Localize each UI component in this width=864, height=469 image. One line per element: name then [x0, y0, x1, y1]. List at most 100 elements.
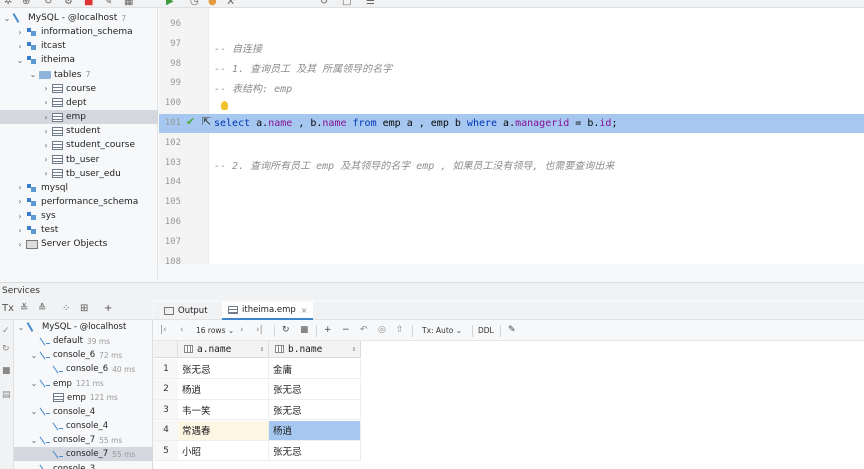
- chevron-down-icon[interactable]: ⌄: [28, 70, 38, 79]
- tab-itheima-emp[interactable]: itheima.emp ×: [222, 302, 314, 320]
- chevron-right-icon[interactable]: ›: [41, 127, 51, 136]
- tree-item[interactable]: › Server Objects: [0, 237, 158, 251]
- layout-icon[interactable]: ▤: [2, 390, 11, 400]
- tree-item[interactable]: › information_schema: [0, 25, 158, 39]
- table-cell[interactable]: 张无忌: [269, 379, 361, 400]
- tree-item[interactable]: › student: [0, 124, 158, 138]
- tree-item[interactable]: › test: [0, 223, 158, 237]
- chevron-down-icon[interactable]: ⌄: [16, 323, 26, 332]
- table-cell[interactable]: 常遇春: [178, 420, 269, 441]
- stop-icon[interactable]: ■: [84, 0, 93, 7]
- sync-icon[interactable]: ↻: [44, 0, 52, 7]
- refresh-icon[interactable]: ↻: [282, 325, 290, 335]
- svc-item[interactable]: emp 121 ms: [14, 391, 153, 405]
- tab-output[interactable]: Output: [158, 302, 214, 320]
- table-cell[interactable]: 金庸: [269, 359, 361, 379]
- chevron-right-icon[interactable]: ›: [41, 155, 51, 164]
- run-icon[interactable]: ▶: [166, 0, 174, 7]
- rows-count-dropdown[interactable]: 16 rows ⌄: [196, 326, 234, 335]
- chevron-right-icon[interactable]: ›: [15, 42, 25, 51]
- tree-item[interactable]: › sys: [0, 209, 158, 223]
- table-cell[interactable]: 张无忌: [269, 400, 361, 420]
- svc-item[interactable]: ⌄ console_3: [14, 462, 153, 469]
- history-icon[interactable]: ◷: [190, 0, 199, 7]
- tree-item[interactable]: › performance_schema: [0, 195, 158, 209]
- tree-item[interactable]: ⌄ tables 7: [0, 68, 158, 82]
- chevron-down-icon[interactable]: ⌄: [29, 464, 39, 469]
- stop-square-icon[interactable]: □: [342, 0, 351, 7]
- chevron-right-icon[interactable]: ›: [15, 212, 25, 221]
- table-icon[interactable]: ▦: [124, 0, 133, 7]
- chevron-down-icon[interactable]: ⌄: [29, 436, 39, 445]
- add-row-icon[interactable]: +: [324, 325, 332, 335]
- intention-bulb-icon[interactable]: [221, 101, 228, 110]
- row-number[interactable]: 4: [154, 420, 178, 441]
- svc-item[interactable]: console_4: [14, 419, 153, 433]
- chevron-right-icon[interactable]: ›: [41, 113, 51, 122]
- column-header-b-name[interactable]: b.name ⇕: [269, 341, 361, 358]
- svc-item[interactable]: ⌄ emp 121 ms: [14, 377, 153, 391]
- sort-icon[interactable]: ⇕: [260, 345, 264, 353]
- tree-item[interactable]: › itcast: [0, 39, 158, 53]
- svc-item[interactable]: console_6 40 ms: [14, 362, 153, 376]
- table-cell[interactable]: 小昭: [178, 441, 269, 461]
- undo-icon[interactable]: ↺: [320, 0, 328, 7]
- sql-statement[interactable]: select a.name , b.name from emp a , emp …: [214, 118, 617, 129]
- chevron-down-icon[interactable]: ⌄: [29, 351, 39, 360]
- tree-item[interactable]: ⌄ MySQL - @localhost 7: [0, 11, 158, 25]
- svc-item[interactable]: ⌄ console_6 72 ms: [14, 348, 153, 362]
- stop-icon[interactable]: ■: [2, 366, 11, 376]
- close-tab-icon[interactable]: ×: [301, 306, 308, 315]
- ddl-button[interactable]: DDL: [478, 326, 494, 335]
- add-icon[interactable]: ⊕: [22, 0, 30, 7]
- tree-item[interactable]: › tb_user: [0, 153, 158, 167]
- stop-icon[interactable]: ■: [300, 325, 309, 335]
- chevron-right-icon[interactable]: ›: [41, 169, 51, 178]
- tree-item[interactable]: › mysql: [0, 181, 158, 195]
- chevron-right-icon[interactable]: ›: [41, 84, 51, 93]
- tx-mode-dropdown[interactable]: Tx: Auto ⌄: [422, 326, 462, 335]
- expand-all-icon[interactable]: ≚: [20, 303, 28, 314]
- collapse-all-icon[interactable]: ≙: [38, 303, 46, 314]
- chevron-right-icon[interactable]: ›: [15, 28, 25, 37]
- table-cell[interactable]: 杨逍: [178, 379, 269, 400]
- profile-icon[interactable]: ●: [208, 0, 217, 7]
- last-page-icon[interactable]: ›|: [256, 325, 263, 335]
- sort-icon[interactable]: ⇕: [352, 345, 356, 353]
- settings-icon[interactable]: ✲: [4, 0, 12, 7]
- row-number[interactable]: 3: [154, 400, 178, 420]
- svc-item[interactable]: console_7 55 ms: [14, 447, 153, 462]
- rerun-icon[interactable]: ↻: [2, 344, 10, 354]
- delete-row-icon[interactable]: −: [342, 325, 350, 335]
- row-number[interactable]: 2: [154, 379, 178, 400]
- row-number[interactable]: 5: [154, 441, 178, 461]
- check-icon[interactable]: ✓: [2, 326, 10, 336]
- tx-icon[interactable]: Tx: [2, 303, 14, 314]
- svc-item[interactable]: default 39 ms: [14, 334, 153, 348]
- chevron-down-icon[interactable]: ⌄: [2, 14, 12, 23]
- pin-icon[interactable]: ✎: [508, 325, 516, 335]
- tree-item[interactable]: › course: [0, 82, 158, 96]
- list-icon[interactable]: ☰: [366, 0, 375, 7]
- tree-item[interactable]: › student_course: [0, 138, 158, 152]
- table-cell[interactable]: 韦一笑: [178, 400, 269, 420]
- edit-icon[interactable]: ✎: [104, 0, 112, 7]
- table-cell[interactable]: 张无忌: [178, 359, 269, 379]
- table-cell[interactable]: 杨逍: [269, 420, 361, 441]
- svc-item[interactable]: ⌄ console_7 55 ms: [14, 433, 153, 447]
- submit-icon[interactable]: ⇧: [396, 325, 404, 335]
- chevron-right-icon[interactable]: ›: [15, 197, 25, 206]
- new-tab-icon[interactable]: ⊞: [80, 303, 88, 314]
- chevron-right-icon[interactable]: ›: [41, 98, 51, 107]
- chevron-right-icon[interactable]: ›: [15, 226, 25, 235]
- next-page-icon[interactable]: ›: [240, 325, 244, 335]
- chevron-right-icon[interactable]: ›: [15, 183, 25, 192]
- svc-item[interactable]: ⌄ MySQL - @localhost: [14, 320, 153, 334]
- preview-icon[interactable]: ◎: [378, 325, 386, 335]
- prev-page-icon[interactable]: ‹: [180, 325, 184, 335]
- group-icon[interactable]: ⁘: [62, 303, 70, 314]
- table-cell[interactable]: 张无忌: [269, 441, 361, 461]
- wrench-icon[interactable]: ⚒: [226, 0, 235, 7]
- add-service-icon[interactable]: +: [104, 303, 112, 314]
- tool-icon[interactable]: ⚙: [64, 0, 73, 7]
